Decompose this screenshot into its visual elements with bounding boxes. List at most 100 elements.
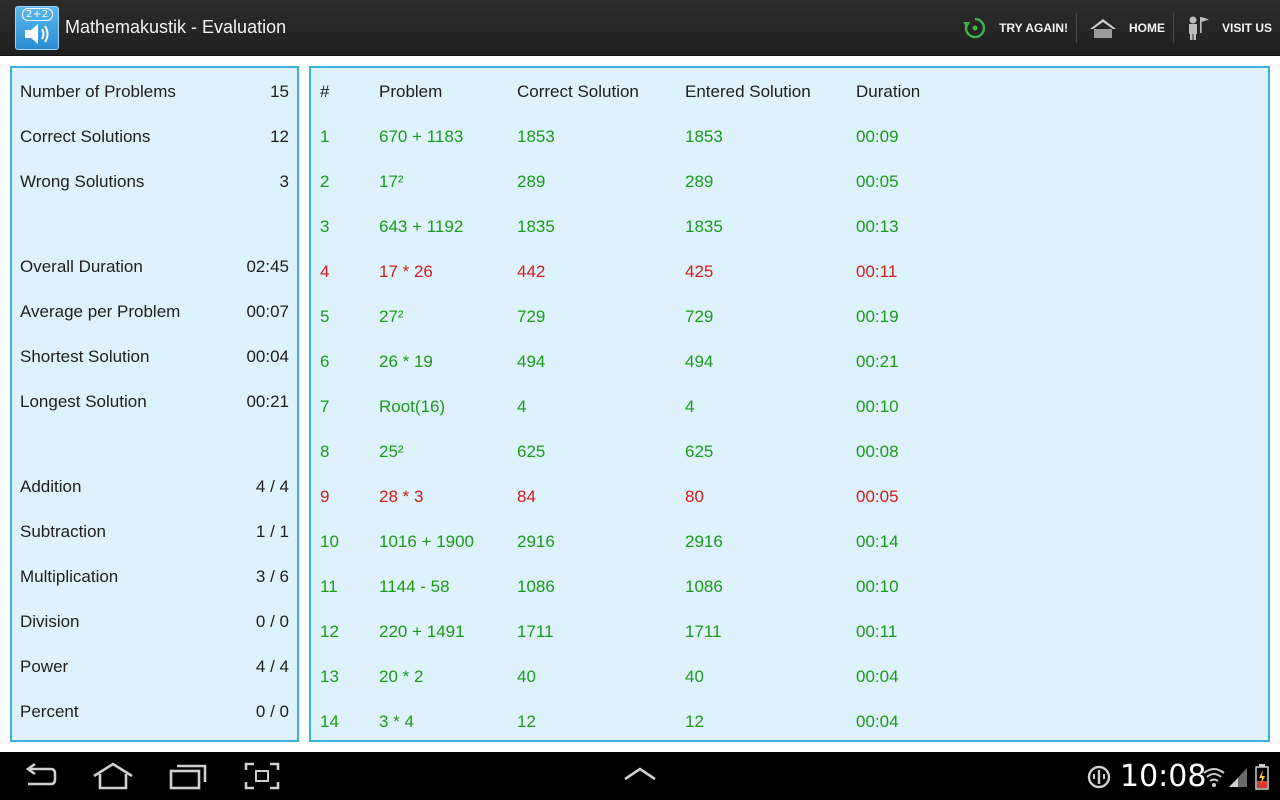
- visit-us-button[interactable]: VISIT US: [1174, 0, 1280, 56]
- header-entered-solution: Entered Solution: [685, 82, 811, 101]
- cell-number: 4: [320, 262, 330, 281]
- cell-number: 10: [320, 532, 339, 551]
- cell-correct-solution: 1835: [517, 217, 555, 236]
- stat-value: 0 / 0: [255, 702, 289, 721]
- table-row: 12 220 + 1491 1711 1711 00:11: [311, 622, 1268, 644]
- screenshot-icon: [244, 762, 280, 790]
- stat-value: 3 / 6: [255, 567, 289, 586]
- stat-shortest-solution: Shortest Solution 00:04: [20, 347, 289, 369]
- stat-label: Addition: [20, 477, 82, 496]
- cell-duration: 00:04: [856, 712, 899, 731]
- home-button[interactable]: HOME: [1077, 0, 1173, 56]
- action-buttons: TRY AGAIN! HOME VISIT US: [951, 0, 1280, 56]
- cell-duration: 00:10: [856, 577, 899, 596]
- cell-number: 6: [320, 352, 330, 371]
- table-row: 9 28 * 3 84 80 00:05: [311, 487, 1268, 509]
- cell-problem: 25²: [379, 442, 404, 461]
- home-nav-button[interactable]: [92, 762, 134, 795]
- cell-duration: 00:04: [856, 667, 899, 686]
- cell-correct-solution: 625: [517, 442, 546, 461]
- try-again-button[interactable]: TRY AGAIN!: [951, 0, 1076, 56]
- stat-value: 00:21: [246, 392, 289, 411]
- stat-label: Shortest Solution: [20, 347, 150, 366]
- stat-value: 4 / 4: [255, 477, 289, 496]
- cell-correct-solution: 4: [517, 397, 527, 416]
- cell-duration: 00:10: [856, 397, 899, 416]
- header-problem: Problem: [379, 82, 443, 101]
- header-number: #: [320, 82, 330, 101]
- back-button[interactable]: [20, 762, 58, 795]
- cell-entered-solution: 4: [685, 397, 695, 416]
- cell-duration: 00:05: [856, 172, 899, 191]
- screenshot-button[interactable]: [244, 762, 280, 795]
- stat-label: Number of Problems: [20, 82, 176, 101]
- stat-value: 12: [270, 127, 289, 146]
- stat-subtraction: Subtraction 1 / 1: [20, 522, 289, 544]
- cell-number: 3: [320, 217, 330, 236]
- cell-duration: 00:11: [856, 262, 898, 281]
- stat-division: Division 0 / 0: [20, 612, 289, 634]
- cell-number: 13: [320, 667, 339, 686]
- app-icon-badge: 2+2: [22, 8, 53, 21]
- table-row: 3 643 + 1192 1835 1835 00:13: [311, 217, 1268, 239]
- visit-us-label: VISIT US: [1221, 21, 1272, 35]
- cell-problem: 1144 - 58: [379, 577, 450, 596]
- cell-problem: 220 + 1491: [379, 622, 465, 641]
- stat-value: 0 / 0: [255, 612, 289, 631]
- cell-duration: 00:08: [856, 442, 899, 461]
- cell-correct-solution: 1711: [517, 622, 554, 641]
- cell-entered-solution: 12: [685, 712, 704, 731]
- table-row: 1 670 + 1183 1853 1853 00:09: [311, 127, 1268, 149]
- chevron-up-icon: [624, 767, 656, 781]
- cell-correct-solution: 12: [517, 712, 536, 731]
- table-row: 10 1016 + 1900 2916 2916 00:14: [311, 532, 1268, 554]
- stat-value: 02:45: [246, 257, 289, 276]
- cell-entered-solution: 1711: [685, 622, 722, 641]
- home-label: HOME: [1128, 21, 1165, 35]
- cell-entered-solution: 494: [685, 352, 714, 371]
- stat-value: 00:04: [246, 347, 289, 366]
- recent-apps-button[interactable]: [168, 762, 208, 795]
- recent-apps-icon: [169, 764, 207, 790]
- cell-correct-solution: 729: [517, 307, 546, 326]
- try-again-label: TRY AGAIN!: [999, 21, 1068, 35]
- stat-value: 15: [270, 82, 289, 101]
- stat-average-per-problem: Average per Problem 00:07: [20, 302, 289, 324]
- status-clock: 10:08: [1120, 759, 1207, 794]
- cell-duration: 00:11: [856, 622, 898, 641]
- stat-label: Multiplication: [20, 567, 119, 586]
- cell-entered-solution: 729: [685, 307, 714, 326]
- stat-number-of-problems: Number of Problems 15: [20, 82, 289, 104]
- cell-number: 5: [320, 307, 330, 326]
- table-row: 11 1144 - 58 1086 1086 00:10: [311, 577, 1268, 599]
- stat-value: 3: [279, 172, 289, 191]
- stat-percent: Percent 0 / 0: [20, 702, 289, 724]
- header-duration: Duration: [856, 82, 921, 101]
- cell-correct-solution: 289: [517, 172, 546, 191]
- cell-number: 2: [320, 172, 330, 191]
- app-tray-button[interactable]: [623, 766, 657, 787]
- cell-problem: 28 * 3: [379, 487, 424, 506]
- cell-entered-solution: 1086: [685, 577, 723, 596]
- cell-number: 1: [320, 127, 330, 146]
- stat-label: Subtraction: [20, 522, 106, 541]
- cell-problem: 26 * 19: [379, 352, 433, 371]
- cell-entered-solution: 40: [685, 667, 704, 686]
- cell-correct-solution: 40: [517, 667, 536, 686]
- usb-debug-icon: [1087, 765, 1111, 789]
- home-nav-icon: [93, 762, 133, 790]
- stat-multiplication: Multiplication 3 / 6: [20, 567, 289, 589]
- summary-panel: Number of Problems 15 Correct Solutions …: [10, 66, 299, 742]
- stat-overall-duration: Overall Duration 02:45: [20, 257, 289, 279]
- cell-correct-solution: 84: [517, 487, 536, 506]
- app-icon[interactable]: 2+2: [15, 6, 59, 50]
- results-panel[interactable]: # Problem Correct Solution Entered Solut…: [309, 66, 1270, 742]
- stat-label: Power: [20, 657, 69, 676]
- cell-entered-solution: 1853: [685, 127, 723, 146]
- table-row: 5 27² 729 729 00:19: [311, 307, 1268, 329]
- stat-label: Wrong Solutions: [20, 172, 145, 191]
- cell-correct-solution: 1853: [517, 127, 555, 146]
- stat-label: Division: [20, 612, 80, 631]
- stat-wrong-solutions: Wrong Solutions 3: [20, 172, 289, 194]
- cell-problem: 1016 + 1900: [379, 532, 475, 551]
